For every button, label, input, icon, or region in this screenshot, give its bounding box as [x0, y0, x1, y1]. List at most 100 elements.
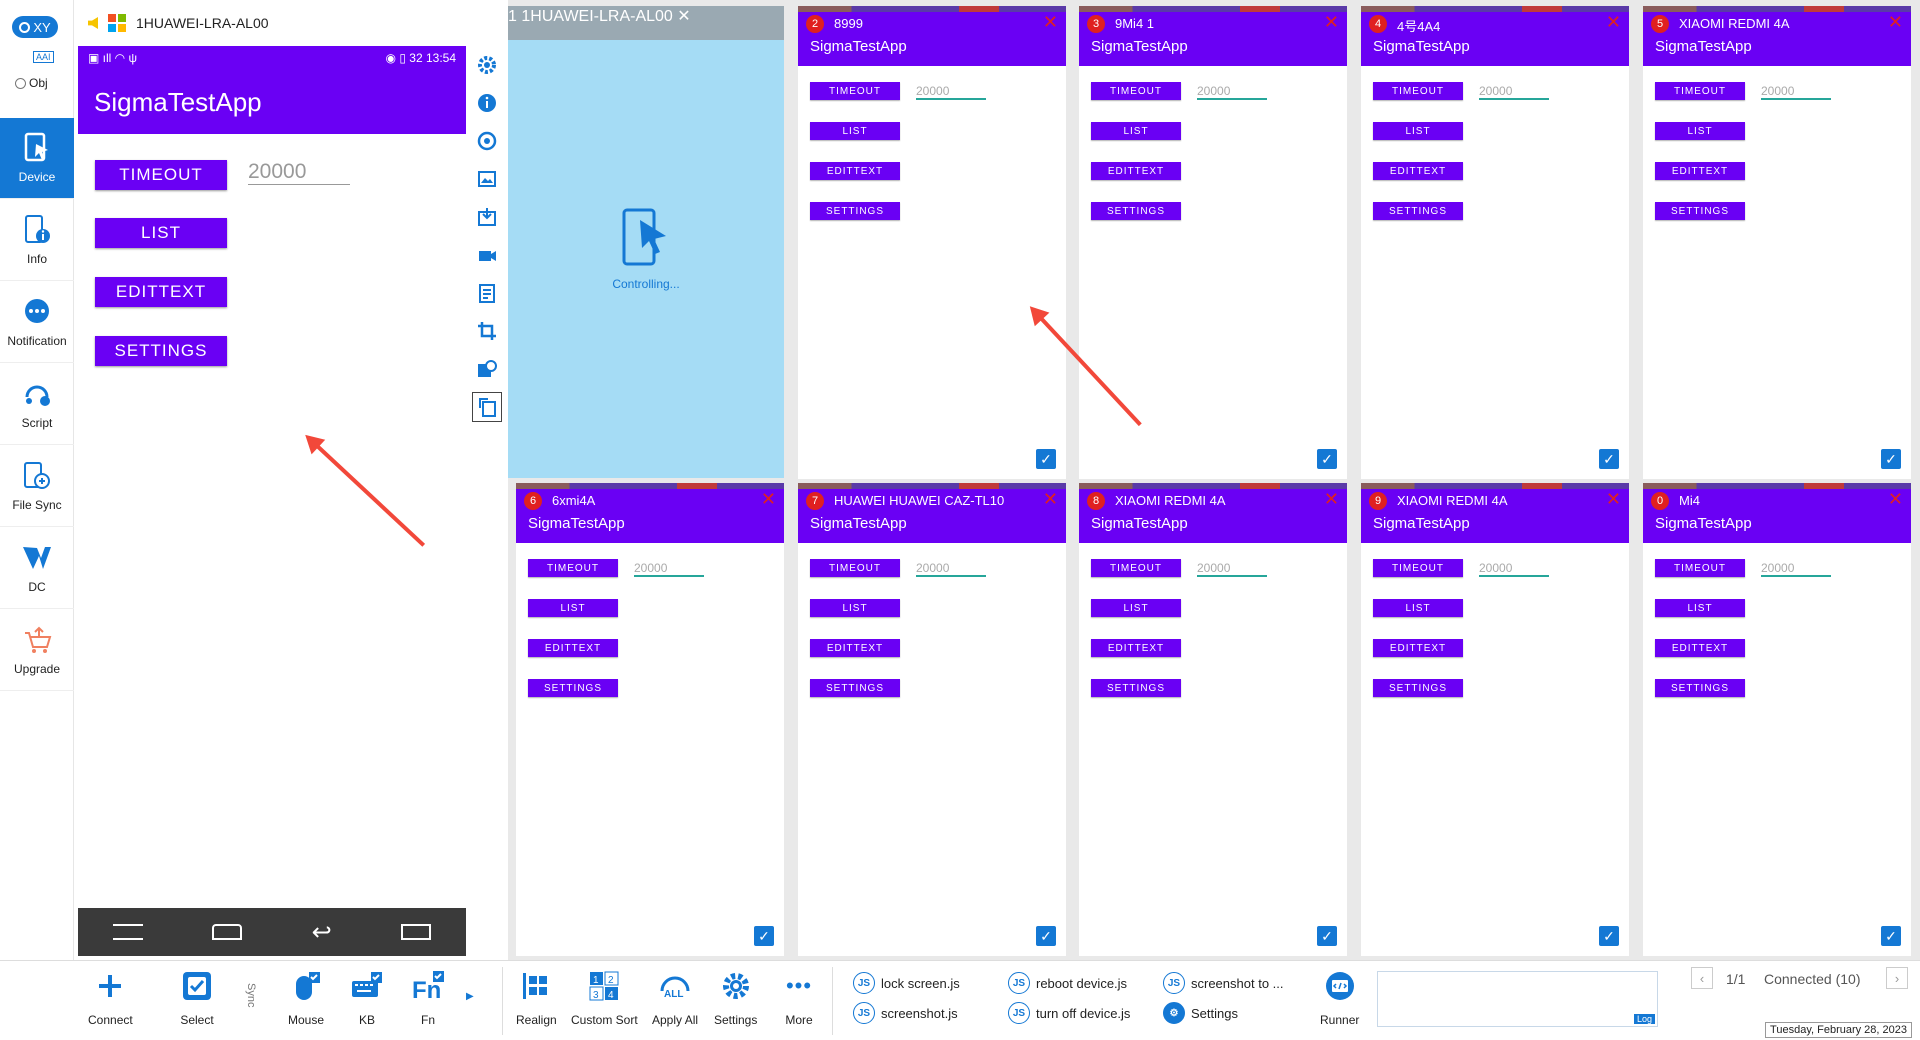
obj-option[interactable]: Obj — [15, 76, 48, 90]
mouse-button[interactable]: Mouse — [288, 969, 324, 1027]
crop-icon[interactable] — [471, 312, 503, 350]
list-button[interactable]: LIST — [95, 218, 227, 248]
gear-icon[interactable] — [471, 46, 503, 84]
device-tile[interactable]: 0 Mi4 ✕ SigmaTestApp TIMEOUT LIST EDITTEXT SETT… — [1643, 483, 1911, 956]
nav-notification[interactable]: Notification — [0, 282, 74, 363]
device-tile[interactable]: 7 HUAWEI HUAWEI CAZ-TL10 ✕ SigmaTestApp TIME… — [798, 483, 1066, 956]
tile-timeout-button[interactable]: TIMEOUT — [1655, 559, 1745, 577]
tile-edittext-button[interactable]: EDITTEXT — [528, 639, 618, 657]
close-icon[interactable]: ✕ — [1606, 12, 1621, 33]
tile-timeout-input[interactable]: 20000 — [634, 561, 704, 577]
tile-select-checkbox[interactable]: ✓ — [1881, 926, 1901, 946]
close-icon[interactable]: ✕ — [1324, 12, 1339, 33]
script-lock-screen[interactable]: JS lock screen.js — [853, 972, 960, 994]
close-icon[interactable]: ✕ — [1043, 489, 1058, 510]
more-button[interactable]: ••• More — [782, 969, 816, 1027]
tile-settings-button[interactable]: SETTINGS — [1655, 202, 1745, 220]
tile-select-checkbox[interactable]: ✓ — [1317, 449, 1337, 469]
tile-timeout-button[interactable]: TIMEOUT — [1091, 82, 1181, 100]
tile-list-button[interactable]: LIST — [810, 599, 900, 617]
script-turn-off-device[interactable]: JS turn off device.js — [1008, 1002, 1130, 1024]
tile-select-checkbox[interactable]: ✓ — [1036, 449, 1056, 469]
tile-timeout-input[interactable]: 20000 — [916, 561, 986, 577]
tile-timeout-button[interactable]: TIMEOUT — [1373, 559, 1463, 577]
tile-timeout-input[interactable]: 20000 — [1479, 561, 1549, 577]
info-icon[interactable] — [471, 84, 503, 122]
tile-edittext-button[interactable]: EDITTEXT — [1373, 639, 1463, 657]
document-icon[interactable] — [471, 274, 503, 312]
nav-dc[interactable]: DC — [0, 528, 74, 609]
edittext-button[interactable]: EDITTEXT — [95, 277, 227, 307]
tile-timeout-input[interactable]: 20000 — [1197, 84, 1267, 100]
tile-select-checkbox[interactable]: ✓ — [1317, 926, 1337, 946]
tile-edittext-button[interactable]: EDITTEXT — [1091, 639, 1181, 657]
tile-settings-button[interactable]: SETTINGS — [528, 679, 618, 697]
close-icon[interactable]: ✕ — [1888, 12, 1903, 33]
home-key-icon[interactable] — [212, 924, 243, 940]
menu-key-icon[interactable] — [112, 924, 143, 940]
timeout-input[interactable]: 20000 — [248, 160, 350, 185]
close-icon[interactable]: ✕ — [1043, 12, 1058, 33]
rotate-icon[interactable] — [472, 392, 502, 422]
nav-info[interactable]: Info — [0, 200, 74, 281]
tile-list-button[interactable]: LIST — [1373, 122, 1463, 140]
device-tile[interactable]: 9 XIAOMI REDMI 4A ✕ SigmaTestApp TIMEOUT LIST… — [1361, 483, 1629, 956]
tile-timeout-button[interactable]: TIMEOUT — [1655, 82, 1745, 100]
tile-settings-button[interactable]: SETTINGS — [1091, 202, 1181, 220]
recents-key-icon[interactable] — [401, 924, 432, 940]
tile-timeout-button[interactable]: TIMEOUT — [1373, 82, 1463, 100]
tile-timeout-input[interactable]: 20000 — [916, 84, 986, 100]
nav-upgrade[interactable]: Upgrade — [0, 610, 74, 691]
close-icon[interactable]: ✕ — [761, 489, 776, 510]
select-button[interactable]: Select — [180, 969, 214, 1027]
tile-list-button[interactable]: LIST — [810, 122, 900, 140]
tile-settings-button[interactable]: SETTINGS — [810, 679, 900, 697]
tile-timeout-button[interactable]: TIMEOUT — [810, 559, 900, 577]
device-tile[interactable]: 5 XIAOMI REDMI 4A ✕ SigmaTestApp TIMEOUT LIST… — [1643, 6, 1911, 479]
next-page-button[interactable]: › — [1886, 967, 1908, 989]
keyboard-button[interactable]: KB — [350, 969, 384, 1027]
tile-settings-button[interactable]: SETTINGS — [1373, 202, 1463, 220]
tile-list-button[interactable]: LIST — [1373, 599, 1463, 617]
runner-button[interactable]: Runner — [1320, 969, 1359, 1027]
device-tile[interactable]: 6 6xmi4A ✕ SigmaTestApp TIMEOUT LIST EDITTEXT S… — [516, 483, 784, 956]
device-tile[interactable]: 3 9Mi4 1 ✕ SigmaTestApp TIMEOUT LIST EDITTEXT S… — [1079, 6, 1347, 479]
tile-edittext-button[interactable]: EDITTEXT — [810, 639, 900, 657]
script-settings[interactable]: ⚙ Settings — [1163, 1002, 1238, 1024]
tile-timeout-input[interactable]: 20000 — [1479, 84, 1549, 100]
connect-button[interactable]: Connect — [88, 969, 133, 1027]
script-reboot-device[interactable]: JS reboot device.js — [1008, 972, 1127, 994]
nav-script[interactable]: Script — [0, 364, 74, 445]
prev-page-button[interactable]: ‹ — [1691, 967, 1713, 989]
phone-screen[interactable]: ▣ ıll ◠ ψ ◉ ▯ 32 13:54 SigmaTestApp TIME… — [78, 46, 466, 956]
tile-settings-button[interactable]: SETTINGS — [1373, 679, 1463, 697]
nav-file-sync[interactable]: File Sync — [0, 446, 74, 527]
settings-tool-button[interactable]: Settings — [714, 969, 757, 1027]
tile-edittext-button[interactable]: EDITTEXT — [1655, 162, 1745, 180]
timeout-button[interactable]: TIMEOUT — [95, 160, 227, 190]
record-icon[interactable] — [471, 236, 503, 274]
expand-arrow-icon[interactable]: ▶ — [466, 991, 474, 1002]
tile-list-button[interactable]: LIST — [1091, 599, 1181, 617]
nav-device[interactable]: Device — [0, 118, 74, 199]
tile-timeout-input[interactable]: 20000 — [1761, 561, 1831, 577]
close-icon[interactable]: ✕ — [1606, 489, 1621, 510]
batch-settings-icon[interactable] — [471, 350, 503, 388]
tile-list-button[interactable]: LIST — [1655, 599, 1745, 617]
tile-timeout-input[interactable]: 20000 — [1761, 84, 1831, 100]
controlling-tile[interactable]: 1 1HUAWEI-LRA-AL00 ✕ Controlling... — [508, 6, 784, 478]
tile-select-checkbox[interactable]: ✓ — [1881, 449, 1901, 469]
import-icon[interactable] — [471, 198, 503, 236]
tile-list-button[interactable]: LIST — [528, 599, 618, 617]
tile-list-button[interactable]: LIST — [1655, 122, 1745, 140]
apply-all-button[interactable]: ALL Apply All — [652, 969, 698, 1027]
device-tile[interactable]: 8 XIAOMI REDMI 4A ✕ SigmaTestApp TIMEOUT LIST… — [1079, 483, 1347, 956]
screenshot-icon[interactable] — [471, 160, 503, 198]
aai-badge[interactable]: AAI — [33, 51, 54, 63]
tile-list-button[interactable]: LIST — [1091, 122, 1181, 140]
back-key-icon[interactable]: ↩ — [312, 918, 332, 947]
device-tile[interactable]: 4 4号4A4 ✕ SigmaTestApp TIMEOUT LIST EDITTEXT SE… — [1361, 6, 1629, 479]
close-icon[interactable]: ✕ — [1888, 489, 1903, 510]
tile-timeout-button[interactable]: TIMEOUT — [528, 559, 618, 577]
xy-mode-toggle[interactable]: XY — [12, 16, 58, 38]
